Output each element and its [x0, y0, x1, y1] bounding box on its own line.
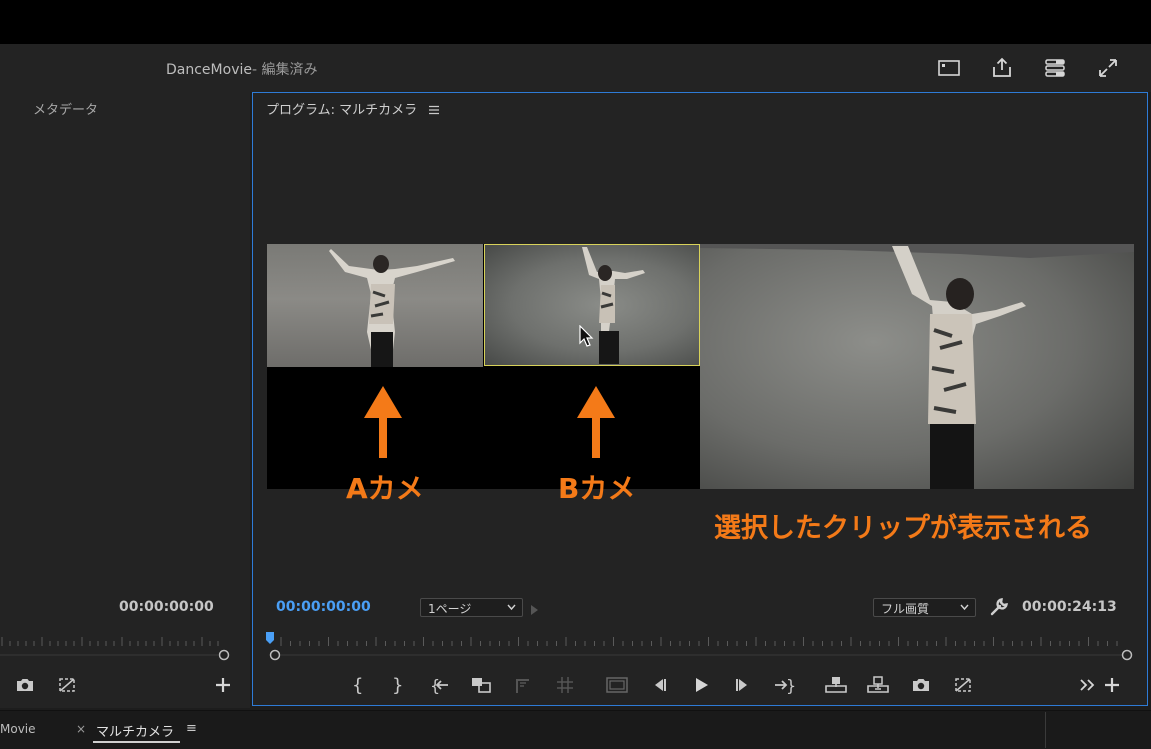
go-to-in-icon[interactable]: { — [429, 674, 451, 696]
mouse-cursor-icon — [579, 324, 595, 349]
metadata-tab[interactable]: メタデータ — [33, 99, 98, 118]
mark-in-icon[interactable]: { — [346, 674, 368, 696]
source-out-point-handle — [218, 649, 230, 661]
program-output-video — [700, 244, 1134, 489]
page-select[interactable]: 1ページ — [420, 598, 523, 617]
tab-menu-icon[interactable]: ≡ — [186, 721, 197, 736]
add-button-icon[interactable] — [1101, 674, 1123, 696]
step-forward-icon[interactable] — [732, 674, 754, 696]
project-name: DanceMovie — [166, 62, 252, 78]
svg-text:}: } — [392, 675, 403, 696]
current-timecode[interactable]: 00:00:00:00 — [276, 599, 371, 615]
page-select-value: 1ページ — [428, 602, 472, 616]
camera-a-annotation: Aカメ — [346, 472, 424, 505]
tab-movie[interactable]: Movie — [0, 722, 36, 736]
mark-out-icon[interactable]: } — [386, 674, 408, 696]
active-tab-underline — [93, 741, 180, 743]
grid-icon[interactable] — [554, 674, 576, 696]
lift-icon[interactable] — [512, 674, 534, 696]
close-tab-icon[interactable]: × — [76, 722, 86, 736]
metadata-panel — [0, 92, 250, 708]
safe-margins-icon[interactable] — [606, 674, 628, 696]
camera-icon[interactable] — [14, 674, 36, 696]
lift-clip-icon[interactable] — [825, 674, 847, 696]
program-time-ruler[interactable] — [262, 630, 1136, 664]
playhead — [266, 632, 274, 644]
playback-quality-select[interactable]: フル画質 — [873, 598, 976, 617]
extract-clip-icon[interactable] — [867, 674, 889, 696]
export-frame-icon[interactable] — [910, 674, 932, 696]
camera-a-clip[interactable] — [267, 244, 483, 367]
duration-timecode: 00:00:24:13 — [1022, 599, 1117, 615]
chevron-down-icon — [960, 604, 969, 611]
in-point-handle — [269, 649, 281, 661]
top-bar — [0, 0, 1151, 44]
document-title: DanceMovie- 編集済み — [166, 59, 318, 79]
camera-b-annotation: Bカメ — [558, 472, 636, 505]
divider — [1045, 712, 1046, 748]
go-to-out-icon[interactable]: } — [773, 674, 796, 696]
source-timecode[interactable]: 00:00:00:00 — [119, 599, 214, 615]
edited-status: - 編集済み — [251, 62, 318, 78]
workspace-icon[interactable] — [1043, 56, 1067, 80]
insert-icon[interactable] — [470, 674, 492, 696]
arrow-up-icon — [577, 386, 615, 458]
compare-icon[interactable] — [56, 674, 78, 696]
quality-select-value: フル画質 — [881, 602, 930, 616]
program-monitor-title[interactable]: プログラム: マルチカメラ — [266, 99, 417, 118]
more-controls-icon[interactable] — [1077, 674, 1099, 696]
step-back-icon[interactable] — [648, 674, 670, 696]
add-button-icon[interactable] — [212, 674, 234, 696]
wrench-icon[interactable] — [989, 597, 1009, 617]
out-point-handle — [1121, 649, 1133, 661]
panel-icon[interactable] — [937, 56, 961, 80]
tab-multicam[interactable]: マルチカメラ — [96, 721, 174, 740]
panel-menu-icon[interactable] — [428, 101, 440, 115]
chevron-down-icon — [507, 604, 516, 611]
selected-clip-caption: 選択したクリップが表示される — [714, 513, 1092, 544]
comparison-view-icon[interactable] — [952, 674, 974, 696]
next-page-icon[interactable] — [530, 601, 540, 615]
play-icon[interactable] — [690, 674, 712, 696]
fullscreen-icon[interactable] — [1096, 56, 1120, 80]
arrow-up-icon — [364, 386, 402, 458]
source-time-ruler[interactable] — [0, 632, 240, 664]
share-icon[interactable] — [990, 56, 1014, 80]
svg-text:{: { — [352, 675, 363, 696]
svg-text:}: } — [786, 676, 795, 695]
